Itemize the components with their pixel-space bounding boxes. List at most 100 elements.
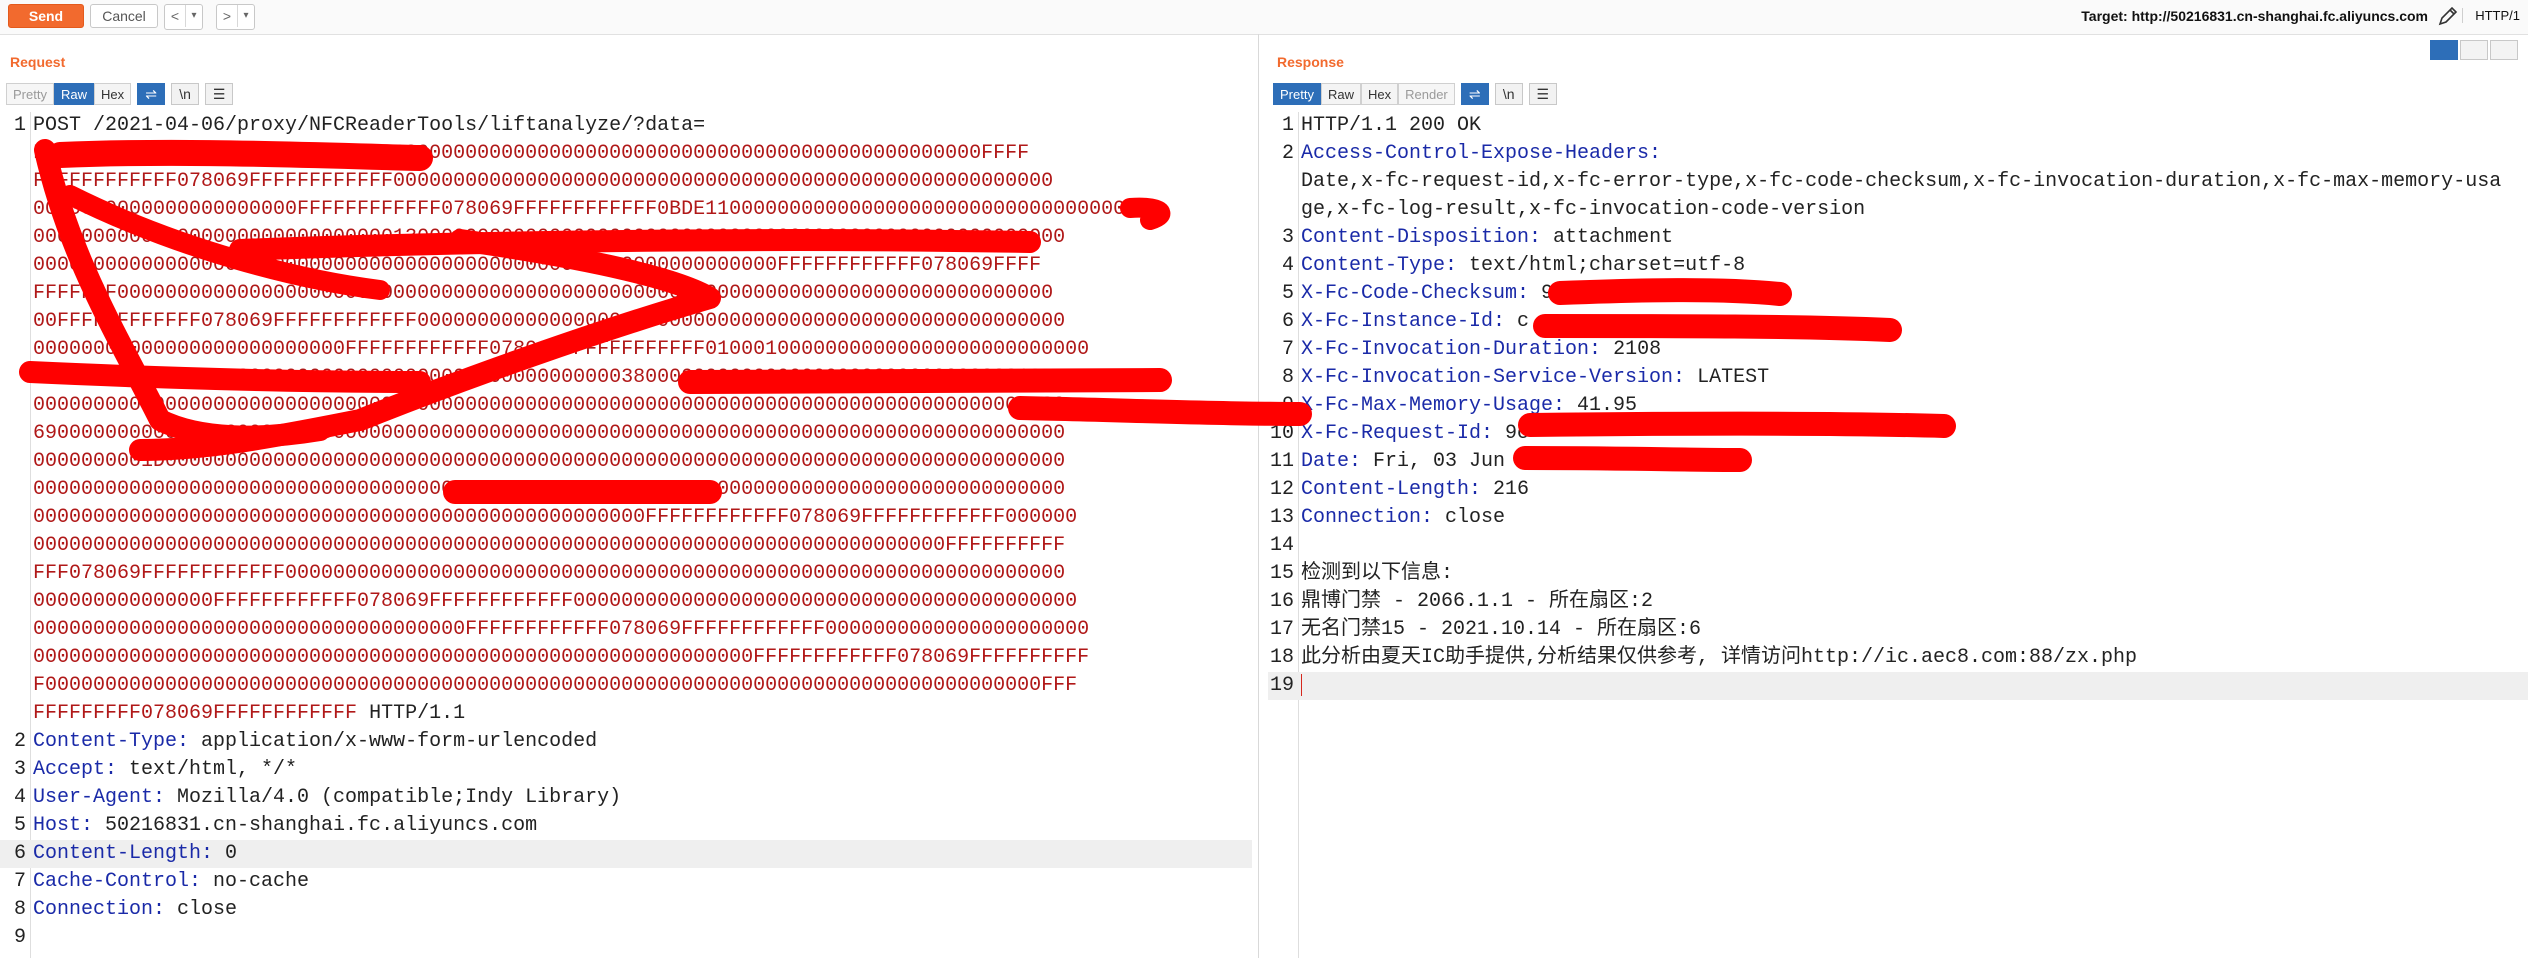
request-line[interactable]: 000000000000000FFFFFFFFFFFF078069FFFFFFF… [0, 588, 1252, 616]
forward-dropdown-icon[interactable]: ▾ [237, 5, 254, 27]
request-line[interactable]: 8 Connection: close [0, 896, 1252, 924]
response-line[interactable]: 14 [1268, 532, 2528, 560]
response-line[interactable]: 15 检测到以下信息: [1268, 560, 2528, 588]
layout-tabs-icon[interactable] [2490, 40, 2518, 60]
header-name: Host: [33, 814, 94, 837]
line-number: 3 [1281, 226, 1294, 249]
request-line[interactable]: 6900000000000000000000000000000000000000… [0, 420, 1252, 448]
back-button[interactable]: < [165, 5, 185, 27]
response-line[interactable]: 6 X-Fc-Instance-Id: c [1268, 308, 2528, 336]
request-title: Request [10, 54, 66, 70]
request-tab-hex[interactable]: Hex [93, 83, 132, 105]
request-editor[interactable]: 1 POST /2021-04-06/proxy/NFCReaderTools/l… [0, 112, 1252, 958]
line-number: 7 [1281, 338, 1294, 361]
request-tab-pretty[interactable]: Pretty [6, 83, 54, 105]
response-wrap-lines-icon[interactable]: ⇌ [1460, 83, 1489, 105]
request-line[interactable]: 0000000000000000000000000000000000000000… [0, 532, 1252, 560]
response-line[interactable]: 7 X-Fc-Invocation-Duration: 2108 [1268, 336, 2528, 364]
data-param-value: 0000000000000000000000000000000000000000… [33, 646, 1090, 669]
line-content: Content-Type: application/x-www-form-url… [33, 728, 1244, 756]
response-editor[interactable]: 1 HTTP/1.1 200 OK 2 Access-Control-Expose-H… [1268, 112, 2528, 958]
response-line[interactable]: 1 HTTP/1.1 200 OK [1268, 112, 2528, 140]
response-tab-render[interactable]: Render [1398, 83, 1455, 105]
request-line[interactable]: 0000000000000000000000000000000000000000… [0, 476, 1252, 504]
target-url: Target: http://50216831.cn-shanghai.fc.a… [2081, 8, 2428, 24]
response-line[interactable]: 2 Access-Control-Expose-Headers: [1268, 140, 2528, 168]
request-line[interactable]: 7 Cache-Control: no-cache [0, 868, 1252, 896]
request-line[interactable]: 0000000000000000000000000000000000000000… [0, 364, 1252, 392]
line-content: 0000000000000000000000FFFFFFFFFFFF078069… [33, 196, 1244, 224]
request-line[interactable]: 4 User-Agent: Mozilla/4.0 (compatible;Ind… [0, 784, 1252, 812]
request-line[interactable]: 0000000000000000000000000000000000000000… [0, 392, 1252, 420]
response-tab-raw[interactable]: Raw [1320, 83, 1361, 105]
response-line[interactable]: 9 X-Fc-Max-Memory-Usage: 41.95 [1268, 392, 2528, 420]
request-line[interactable]: FFF078069FFFFFFFFFFFF0000000000000000000… [0, 560, 1252, 588]
response-line[interactable]: 5 X-Fc-Code-Checksum: 958 [1268, 280, 2528, 308]
header-value: application/x-www-form-urlencoded [189, 730, 598, 753]
response-menu-icon[interactable]: ☰ [1528, 83, 1557, 105]
request-menu-icon[interactable]: ☰ [205, 83, 234, 105]
request-line[interactable]: 0000000000000000000000000000001300000000… [0, 224, 1252, 252]
request-line[interactable]: 2 Content-Type: application/x-www-form-ur… [0, 728, 1252, 756]
response-line[interactable]: 10 X-Fc-Request-Id: 9c [1268, 420, 2528, 448]
response-line[interactable]: ge,x-fc-log-result,x-fc-invocation-code-… [1268, 196, 2528, 224]
response-tab-hex[interactable]: Hex [1360, 83, 1399, 105]
request-line[interactable]: 1 POST /2021-04-06/proxy/NFCReaderTools/l… [0, 112, 1252, 140]
response-line[interactable]: 11 Date: Fri, 03 Jun 2022 [1268, 448, 2528, 476]
line-number: 8 [1281, 366, 1294, 389]
send-button[interactable]: Send [8, 4, 84, 28]
request-line[interactable]: FFFFFFFFFFFF078069FFFFFFFFFFFF0000000000… [0, 140, 1252, 168]
request-line[interactable]: 00FFFFFFFFFFFF078069FFFFFFFFFFFF00000000… [0, 308, 1252, 336]
response-line[interactable]: 8 X-Fc-Invocation-Service-Version: LATEST [1268, 364, 2528, 392]
response-line[interactable]: 18 此分析由夏天IC助手提供,分析结果仅供参考, 详情访问http://ic.a… [1268, 644, 2528, 672]
body-text: 检测到以下信息: [1301, 562, 1454, 585]
request-line[interactable]: 0000000001D00000000000000000000000000000… [0, 448, 1252, 476]
response-line[interactable]: 17 无名门禁15 - 2021.10.14 - 所在扇区:6 [1268, 616, 2528, 644]
request-line[interactable]: 3 Accept: text/html, */* [0, 756, 1252, 784]
request-line[interactable]: 9 [0, 924, 1252, 952]
request-line[interactable]: 0000000000000000000000FFFFFFFFFFFF078069… [0, 196, 1252, 224]
header-name: Access-Control-Expose-Headers: [1301, 142, 1662, 165]
request-view-tabs: Pretty Raw Hex ⇌ \n ☰ [6, 83, 234, 105]
layout-side-by-side-icon[interactable] [2430, 40, 2458, 60]
response-line[interactable]: 13 Connection: close [1268, 504, 2528, 532]
line-content: Date: Fri, 03 Jun 2022 [1301, 448, 2520, 476]
response-line[interactable]: 12 Content-Length: 216 [1268, 476, 2528, 504]
request-line[interactable]: 00000000000000000000000000FFFFFFFFFFFF07… [0, 336, 1252, 364]
request-line[interactable]: 000000000000000000000000000000000000FFFF… [0, 616, 1252, 644]
response-show-newlines-button[interactable]: \n [1494, 83, 1523, 105]
request-line[interactable]: 0000000000000000000000000000000000000000… [0, 644, 1252, 672]
response-line[interactable]: 19 [1268, 672, 2528, 700]
back-dropdown-icon[interactable]: ▾ [185, 5, 202, 27]
line-content: POST /2021-04-06/proxy/NFCReaderTools/li… [33, 112, 1244, 140]
line-content: 0000000000000000000000000000000000000000… [33, 392, 1244, 420]
show-newlines-button[interactable]: \n [171, 83, 200, 105]
edit-target-pencil-icon[interactable] [2436, 4, 2460, 28]
cancel-button[interactable]: Cancel [90, 4, 158, 28]
request-line[interactable]: FFFFFFF000000000000000000000000000000000… [0, 280, 1252, 308]
line-number: 7 [13, 870, 26, 893]
forward-button[interactable]: > [217, 5, 237, 27]
panel-divider[interactable] [1258, 34, 1259, 958]
request-line[interactable]: 0000000000000000000000000000000000000000… [0, 252, 1252, 280]
response-tab-pretty[interactable]: Pretty [1273, 83, 1321, 105]
response-line[interactable]: 16 鼎博门禁 - 2066.1.1 - 所在扇区:2 [1268, 588, 2528, 616]
request-line[interactable]: 6 Content-Length: 0 [0, 840, 1252, 868]
request-line[interactable]: 0000000000000000000000000000000000000000… [0, 504, 1252, 532]
line-content: 鼎博门禁 - 2066.1.1 - 所在扇区:2 [1301, 588, 2520, 616]
response-line[interactable]: 4 Content-Type: text/html;charset=utf-8 [1268, 252, 2528, 280]
back-nav-group: < ▾ [164, 4, 203, 30]
request-line[interactable]: 5 Host: 50216831.cn-shanghai.fc.aliyuncs.… [0, 812, 1252, 840]
wrap-lines-icon[interactable]: ⇌ [137, 83, 166, 105]
line-content: Date,x-fc-request-id,x-fc-error-type,x-f… [1301, 168, 2520, 196]
request-line[interactable]: FFFFFFFFF078069FFFFFFFFFFFF HTTP/1.1 [0, 700, 1252, 728]
response-line[interactable]: 3 Content-Disposition: attachment [1268, 224, 2528, 252]
text-cursor [1301, 673, 1302, 696]
http-version-label[interactable]: HTTP/1 [2462, 8, 2520, 23]
layout-stacked-icon[interactable] [2460, 40, 2488, 60]
request-line[interactable]: F000000000000000000000000000000000000000… [0, 672, 1252, 700]
response-line[interactable]: Date,x-fc-request-id,x-fc-error-type,x-f… [1268, 168, 2528, 196]
line-content: X-Fc-Request-Id: 9c [1301, 420, 2520, 448]
request-tab-raw[interactable]: Raw [53, 83, 94, 105]
request-line[interactable]: FFFFFFFFFFFF078069FFFFFFFFFFFF0000000000… [0, 168, 1252, 196]
